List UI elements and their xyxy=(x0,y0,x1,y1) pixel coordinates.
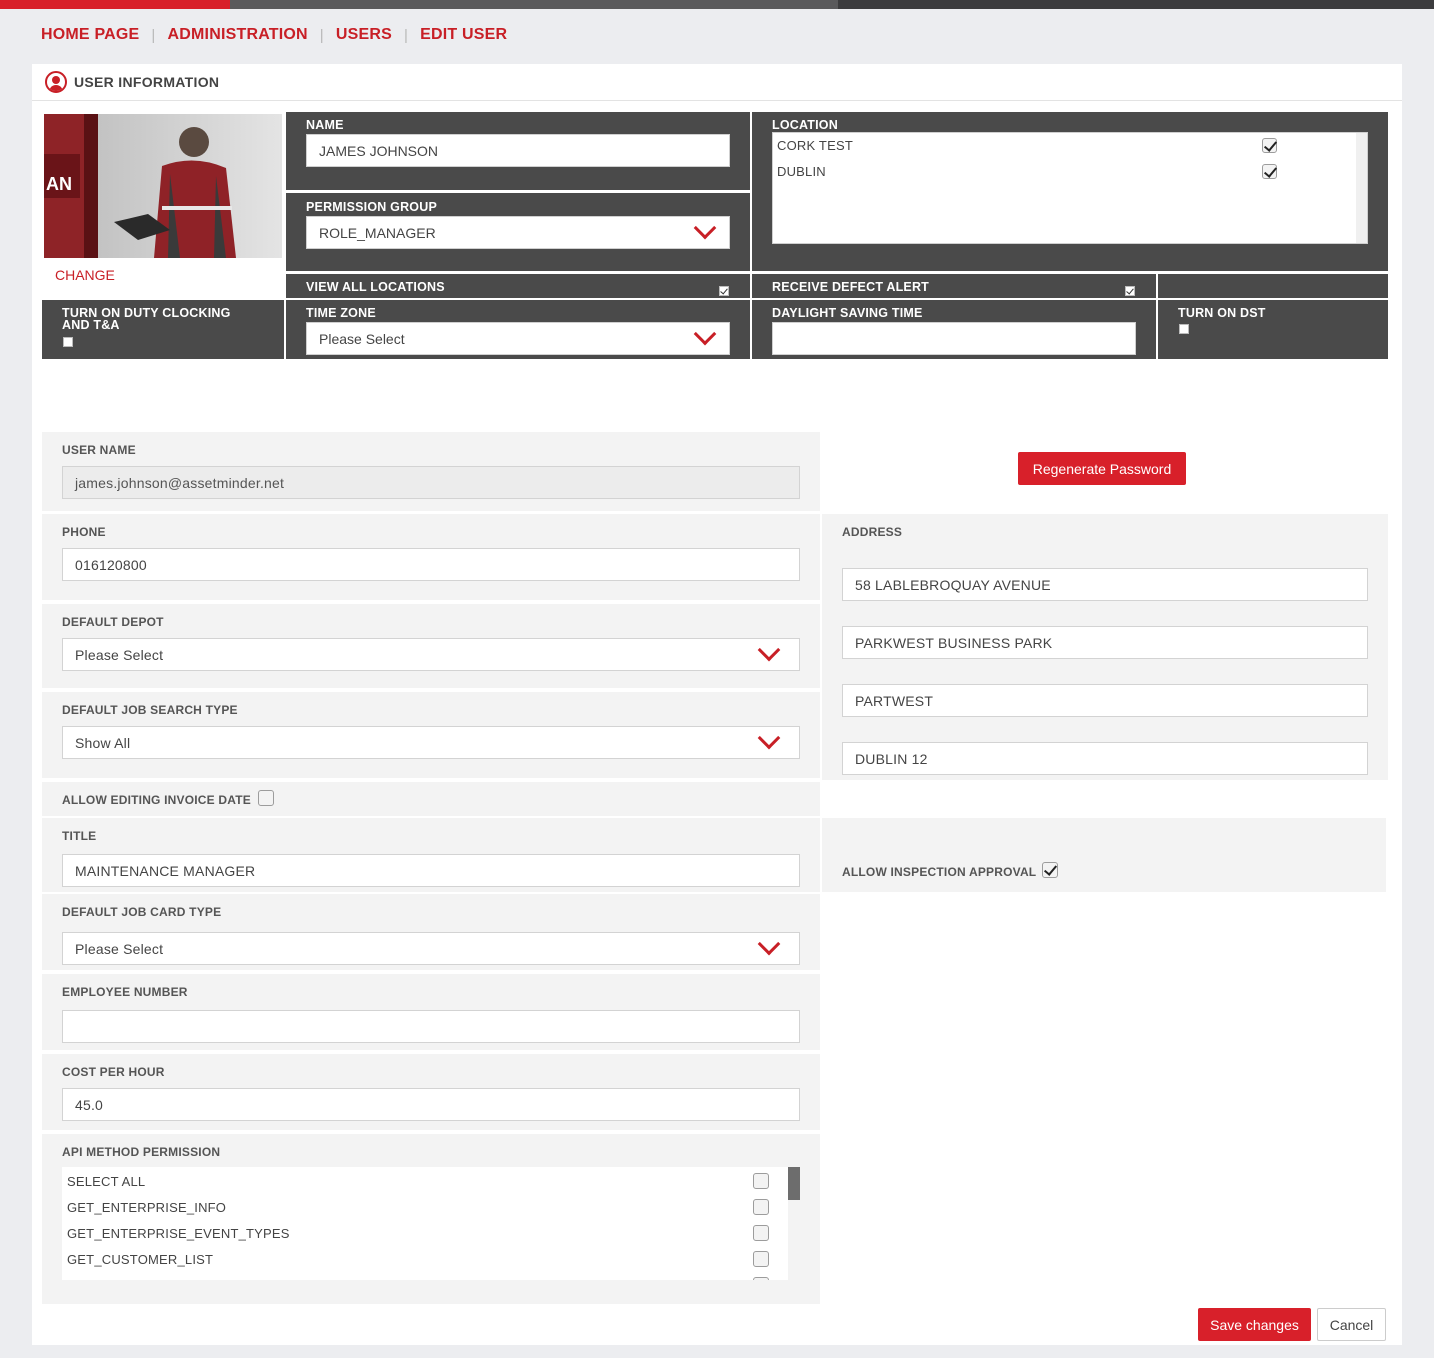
turn-on-dst-label: TURN ON DST xyxy=(1178,306,1266,320)
api-item-get-enterprise-event-types: GET_ENTERPRISE_EVENT_TYPES xyxy=(67,1226,290,1241)
default-job-search-type-select[interactable]: Show All xyxy=(62,726,800,759)
location-list[interactable] xyxy=(772,132,1368,244)
location-list-scrollbar[interactable] xyxy=(1356,133,1367,243)
api-checkbox-get-enterprise-event-types[interactable] xyxy=(753,1225,769,1241)
api-method-checkbox-partial[interactable] xyxy=(753,1277,769,1280)
top-bar-segment-grey xyxy=(230,0,838,9)
breadcrumb-edit-user[interactable]: EDIT USER xyxy=(420,26,507,44)
permission-group-label: PERMISSION GROUP xyxy=(306,200,437,214)
breadcrumb-users[interactable]: USERS xyxy=(336,26,392,44)
phone-label: PHONE xyxy=(62,525,106,539)
default-job-search-type-label: DEFAULT JOB SEARCH TYPE xyxy=(62,703,238,717)
receive-defect-alert-label: RECEIVE DEFECT ALERT xyxy=(772,280,930,294)
view-all-locations-label: VIEW ALL LOCATIONS xyxy=(306,280,445,294)
location-item-dublin: DUBLIN xyxy=(777,164,826,179)
allow-editing-invoice-date-label: ALLOW EDITING INVOICE DATE xyxy=(62,793,251,807)
breadcrumb-separator: | xyxy=(151,26,156,44)
default-job-card-type-value: Please Select xyxy=(75,940,164,957)
vehicle-sign-text: AN xyxy=(46,174,72,194)
api-method-permission-label: API METHOD PERMISSION xyxy=(62,1145,221,1159)
permission-group-select[interactable]: ROLE_MANAGER xyxy=(306,216,730,249)
user-circle-icon xyxy=(45,71,67,93)
allow-inspection-approval-checkbox[interactable] xyxy=(1042,862,1058,878)
phone-input[interactable]: 016120800 xyxy=(62,548,800,581)
location-label: LOCATION xyxy=(772,118,838,132)
empty-dark-cell xyxy=(1158,274,1388,298)
title-input[interactable]: MAINTENANCE MANAGER xyxy=(62,854,800,887)
cost-per-hour-input[interactable]: 45.0 xyxy=(62,1088,800,1121)
title-label: TITLE xyxy=(62,829,97,843)
location-checkbox-cork-test[interactable] xyxy=(1262,138,1277,153)
address-line-4-input[interactable]: DUBLIN 12 xyxy=(842,742,1368,775)
api-checkbox-get-enterprise-info[interactable] xyxy=(753,1199,769,1215)
default-job-card-type-label: DEFAULT JOB CARD TYPE xyxy=(62,905,222,919)
default-depot-select[interactable]: Please Select xyxy=(62,638,800,671)
name-label: NAME xyxy=(306,118,344,132)
receive-defect-alert-checkbox[interactable] xyxy=(1125,286,1135,296)
default-depot-value: Please Select xyxy=(75,646,164,663)
breadcrumb: HOME PAGE | ADMINISTRATION | USERS | EDI… xyxy=(41,26,507,44)
api-list-scrollbar-thumb[interactable] xyxy=(788,1167,800,1200)
top-progress-bar xyxy=(0,0,1434,9)
user-photo-image xyxy=(44,114,282,258)
daylight-saving-label: DAYLIGHT SAVING TIME xyxy=(772,306,923,320)
breadcrumb-separator: | xyxy=(319,26,324,44)
permission-group-value: ROLE_MANAGER xyxy=(319,224,436,241)
user-name-input[interactable]: james.johnson@assetminder.net xyxy=(62,466,800,499)
change-photo-link[interactable]: CHANGE xyxy=(55,267,115,283)
api-item-get-customer-list: GET_CUSTOMER_LIST xyxy=(67,1252,214,1267)
time-zone-value: Please Select xyxy=(319,330,405,347)
breadcrumb-home[interactable]: HOME PAGE xyxy=(41,26,139,44)
default-job-search-type-value: Show All xyxy=(75,734,131,751)
employee-number-label: EMPLOYEE NUMBER xyxy=(62,985,188,999)
duty-clocking-label-line2: AND T&A xyxy=(62,318,120,332)
allow-inspection-approval-label: ALLOW INSPECTION APPROVAL xyxy=(842,865,1037,879)
regenerate-password-button[interactable]: Regenerate Password xyxy=(1018,452,1186,485)
api-item-select-all: SELECT ALL xyxy=(67,1174,146,1189)
address-label: ADDRESS xyxy=(842,525,903,539)
save-changes-button[interactable]: Save changes xyxy=(1198,1308,1311,1341)
user-photo: AN xyxy=(44,114,282,258)
name-input[interactable]: JAMES JOHNSON xyxy=(306,134,730,167)
user-name-label: USER NAME xyxy=(62,443,136,457)
allow-editing-invoice-date-checkbox[interactable] xyxy=(258,790,274,806)
breadcrumb-separator: | xyxy=(404,26,409,44)
top-bar-segment-red xyxy=(0,0,230,9)
daylight-saving-input[interactable] xyxy=(772,322,1136,355)
turn-on-dst-checkbox[interactable] xyxy=(1179,324,1189,334)
breadcrumb-administration[interactable]: ADMINISTRATION xyxy=(168,26,308,44)
location-item-cork-test: CORK TEST xyxy=(777,138,853,153)
cancel-button[interactable]: Cancel xyxy=(1317,1308,1386,1341)
time-zone-label: TIME ZONE xyxy=(306,306,376,320)
default-job-card-type-select[interactable]: Please Select xyxy=(62,932,800,965)
address-line-1-input[interactable]: 58 LABLEBROQUAY AVENUE xyxy=(842,568,1368,601)
duty-clocking-checkbox[interactable] xyxy=(63,337,73,347)
panel-header: USER INFORMATION xyxy=(32,64,1402,101)
view-all-locations-checkbox[interactable] xyxy=(719,286,729,296)
employee-number-input[interactable] xyxy=(62,1010,800,1043)
cost-per-hour-label: COST PER HOUR xyxy=(62,1065,165,1079)
time-zone-select[interactable]: Please Select xyxy=(306,322,730,355)
default-depot-label: DEFAULT DEPOT xyxy=(62,615,164,629)
address-line-3-input[interactable]: PARTWEST xyxy=(842,684,1368,717)
api-checkbox-select-all[interactable] xyxy=(753,1173,769,1189)
api-checkbox-get-customer-list[interactable] xyxy=(753,1251,769,1267)
api-item-get-enterprise-info: GET_ENTERPRISE_INFO xyxy=(67,1200,227,1215)
allow-inspection-approval-section xyxy=(822,818,1386,892)
location-checkbox-dublin[interactable] xyxy=(1262,164,1277,179)
panel-title: USER INFORMATION xyxy=(74,74,220,90)
top-bar-segment-dark xyxy=(838,0,1434,9)
address-line-2-input[interactable]: PARKWEST BUSINESS PARK xyxy=(842,626,1368,659)
